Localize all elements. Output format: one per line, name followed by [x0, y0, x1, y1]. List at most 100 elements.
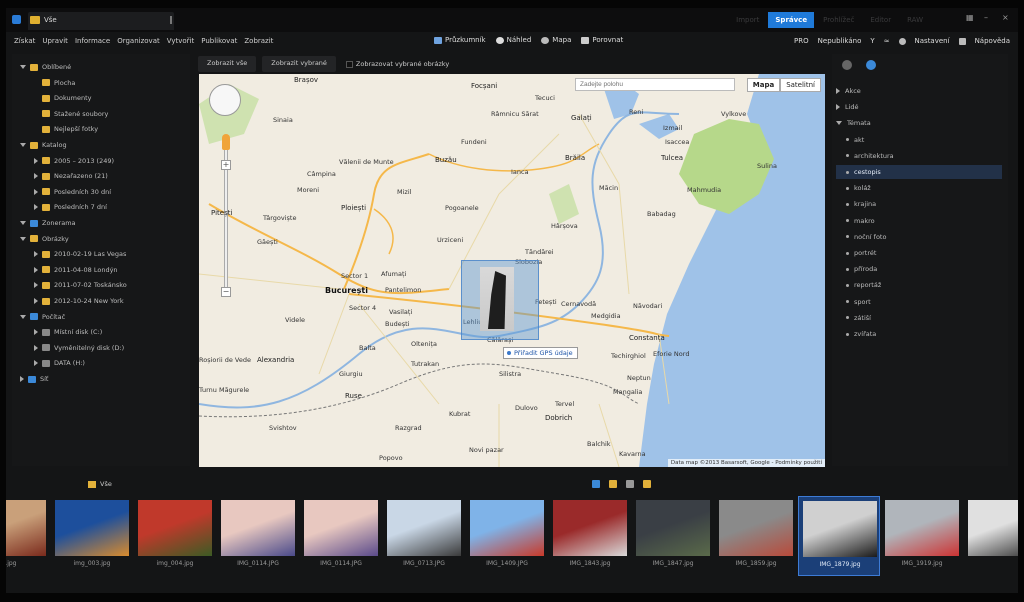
tree-item[interactable]: Síť: [20, 372, 48, 386]
tree-item[interactable]: Vyměnitelný disk (D:): [34, 341, 124, 355]
menu-get[interactable]: Získat: [14, 37, 35, 45]
tab-nav-icon[interactable]: [170, 16, 176, 24]
sort-icon[interactable]: [626, 480, 634, 488]
mode-viewer[interactable]: Prohlížeč: [816, 12, 861, 28]
layout-icon[interactable]: ▦: [966, 14, 974, 22]
keyword-item[interactable]: sport: [836, 295, 1002, 309]
zoom-slider[interactable]: + −: [221, 132, 231, 302]
keyword-group[interactable]: Lidé: [836, 100, 1002, 114]
keyword-item[interactable]: cestopis: [836, 165, 1002, 179]
view-map[interactable]: Mapa: [541, 36, 571, 44]
show-selected-images-checkbox[interactable]: Zobrazovat vybrané obrázky: [342, 56, 453, 72]
keyword-item[interactable]: makro: [836, 214, 1002, 228]
film-thumbnail[interactable]: IMG_0114.JPG: [300, 496, 382, 576]
dragged-photo-thumbnail[interactable]: [461, 260, 539, 340]
minimize-icon[interactable]: –: [984, 14, 992, 22]
map-copyright[interactable]: Data map ©2013 Basarsoft, Google - Podmí…: [667, 459, 825, 467]
keyword-item[interactable]: reportáž: [836, 278, 1002, 292]
tree-item[interactable]: 2011-07-02 Toskánsko: [34, 278, 127, 292]
expand-arrow-icon[interactable]: [20, 221, 26, 225]
mode-raw[interactable]: RAW: [900, 12, 930, 28]
keywords-tab-icon[interactable]: [866, 60, 876, 70]
keyword-item[interactable]: krajina: [836, 197, 1002, 211]
expand-arrow-icon[interactable]: [34, 251, 38, 258]
street-view-icon[interactable]: [222, 134, 230, 150]
expand-arrow-icon[interactable]: [836, 121, 842, 126]
location-search-input[interactable]: [575, 78, 735, 91]
zoom-out-button[interactable]: −: [221, 287, 231, 297]
keyword-item[interactable]: příroda: [836, 262, 1002, 276]
help-icon[interactable]: [958, 37, 966, 45]
folder-open-icon[interactable]: [609, 480, 617, 488]
tree-item[interactable]: 2011-04-08 Londýn: [34, 263, 118, 277]
keyword-item[interactable]: zátiší: [836, 311, 1002, 325]
tree-item[interactable]: Oblíbené: [20, 60, 71, 74]
show-selected-button[interactable]: Zobrazit vybrané: [262, 56, 336, 72]
expand-arrow-icon[interactable]: [34, 298, 38, 304]
expand-arrow-icon[interactable]: [836, 88, 840, 94]
tree-item[interactable]: Nejlepší fotky: [34, 122, 98, 136]
expand-arrow-icon[interactable]: [34, 266, 38, 273]
mode-manager[interactable]: Správce: [768, 12, 815, 28]
expand-arrow-icon[interactable]: [34, 360, 38, 367]
expand-arrow-icon[interactable]: [20, 314, 26, 319]
expand-arrow-icon[interactable]: [34, 157, 38, 164]
menu-publish[interactable]: Publikovat: [201, 37, 237, 45]
keyword-item[interactable]: architektura: [836, 149, 1002, 163]
folder-new-icon[interactable]: [643, 480, 651, 488]
film-thumbnail[interactable]: [964, 496, 1018, 576]
tree-item[interactable]: Zonerama: [20, 216, 76, 230]
info-tab-icon[interactable]: [842, 60, 852, 70]
keyword-group[interactable]: Témata: [836, 116, 1002, 130]
film-thumbnail[interactable]: img_004.jpg: [134, 496, 216, 576]
expand-arrow-icon[interactable]: [20, 236, 26, 241]
menu-create[interactable]: Vytvořit: [167, 37, 194, 45]
map-view[interactable]: + − Mapa Satelitní Brașov Focșani Galați Br…: [199, 74, 825, 467]
expand-arrow-icon[interactable]: [836, 104, 840, 111]
keyword-item[interactable]: akt: [836, 133, 1002, 147]
tree-item[interactable]: Posledních 7 dní: [34, 200, 107, 214]
expand-arrow-icon[interactable]: [34, 173, 38, 180]
keyword-item[interactable]: portrét: [836, 246, 1002, 260]
keyword-group[interactable]: Akce: [836, 84, 1002, 98]
help-link[interactable]: Nápověda: [975, 37, 1010, 45]
tree-item[interactable]: 2012-10-24 New York: [34, 294, 124, 308]
keyword-item[interactable]: noční foto: [836, 230, 1002, 244]
tree-item[interactable]: Katalog: [20, 138, 67, 152]
pan-control[interactable]: [209, 84, 241, 116]
mode-import[interactable]: Import: [729, 12, 766, 28]
expand-arrow-icon[interactable]: [20, 376, 24, 382]
expand-arrow-icon[interactable]: [34, 204, 38, 211]
gear-icon[interactable]: [898, 37, 906, 45]
tree-item[interactable]: DATA (H:): [34, 356, 85, 370]
menu-info[interactable]: Informace: [75, 37, 110, 45]
expand-arrow-icon[interactable]: [34, 344, 38, 351]
tree-item[interactable]: Dokumenty: [34, 91, 92, 105]
keyword-item[interactable]: koláž: [836, 181, 1002, 195]
film-thumbnail[interactable]: IMG_1843.jpg: [549, 496, 631, 576]
antenna-icon[interactable]: Y: [870, 37, 874, 45]
settings-link[interactable]: Nastavení: [915, 37, 950, 45]
menu-edit[interactable]: Upravit: [42, 37, 68, 45]
filmstrip-breadcrumb[interactable]: Vše: [88, 480, 112, 488]
expand-arrow-icon[interactable]: [20, 143, 26, 147]
mode-editor[interactable]: Editor: [863, 12, 898, 28]
tree-item[interactable]: Stažené soubory: [34, 107, 108, 121]
tree-item[interactable]: 2010-02-19 Las Vegas: [34, 247, 126, 261]
film-thumbnail[interactable]: IMG_0713.JPG: [383, 496, 465, 576]
film-thumbnail[interactable]: IMG_1859.jpg: [715, 496, 797, 576]
tree-item[interactable]: Nezařazeno (21): [34, 169, 108, 183]
tree-item[interactable]: 2005 – 2013 (249): [34, 154, 114, 168]
rss-icon[interactable]: ≈: [884, 37, 890, 45]
map-type-satellite[interactable]: Satelitní: [780, 78, 821, 92]
view-preview[interactable]: Náhled: [495, 36, 531, 44]
expand-arrow-icon[interactable]: [20, 65, 26, 69]
expand-arrow-icon[interactable]: [34, 329, 38, 336]
keyword-item[interactable]: zvířata: [836, 327, 1002, 341]
film-thumbnail[interactable]: 2.jpg: [6, 496, 50, 576]
film-thumbnail[interactable]: IMG_1919.jpg: [881, 496, 963, 576]
expand-arrow-icon[interactable]: [34, 188, 38, 195]
tree-item[interactable]: Posledních 30 dní: [34, 185, 111, 199]
show-all-button[interactable]: Zobrazit vše: [198, 56, 257, 72]
film-thumbnail[interactable]: img_003.jpg: [51, 496, 133, 576]
